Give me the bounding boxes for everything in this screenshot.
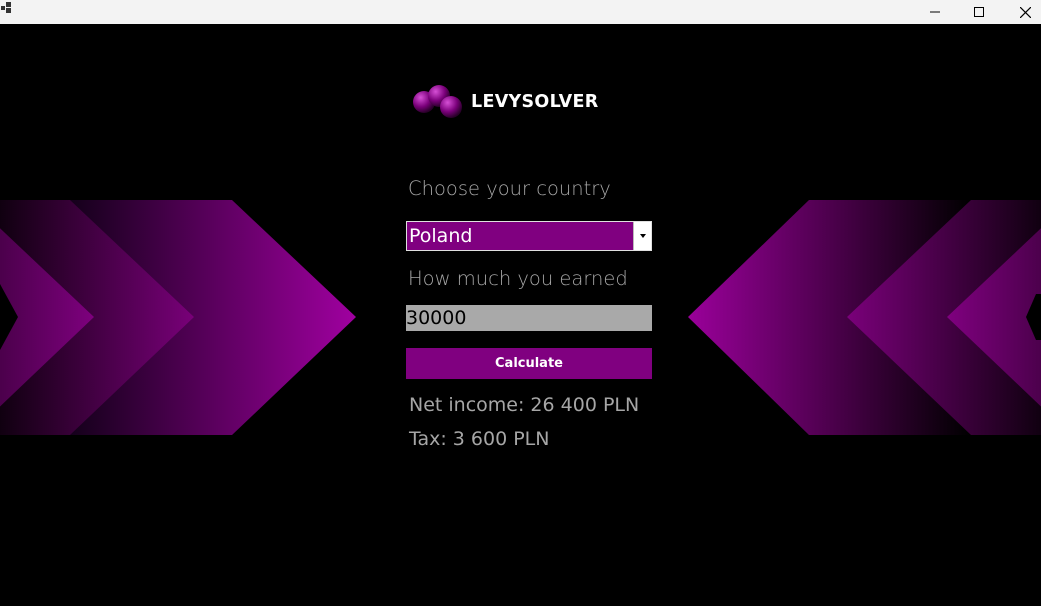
- title-bar: [0, 0, 1041, 24]
- minimize-icon: [930, 11, 940, 13]
- tax-result: Tax: 3 600 PLN: [409, 428, 550, 450]
- calculate-button[interactable]: Calculate: [406, 348, 652, 379]
- app-logo: LEVYSOLVER: [411, 82, 599, 122]
- country-label: Choose your country: [408, 177, 611, 200]
- right-chevrons: [688, 200, 1041, 435]
- logo-spheres-icon: [413, 85, 462, 118]
- minimize-button[interactable]: [912, 0, 958, 24]
- maximize-icon: [974, 7, 984, 17]
- dropdown-arrow-button[interactable]: [633, 222, 651, 250]
- country-select[interactable]: Poland: [406, 221, 652, 251]
- app-icon: [1, 2, 11, 13]
- logo-text: LEVYSOLVER: [471, 92, 599, 112]
- app-content: LEVYSOLVER Choose your country Poland Ho…: [0, 24, 1041, 606]
- earned-amount-input[interactable]: 30000: [406, 305, 652, 331]
- net-income-result: Net income: 26 400 PLN: [409, 394, 640, 416]
- earned-label: How much you earned: [408, 267, 628, 290]
- maximize-button[interactable]: [956, 0, 1002, 24]
- left-chevrons: [0, 200, 356, 435]
- country-select-value: Poland: [409, 225, 473, 247]
- close-button[interactable]: [1002, 0, 1041, 24]
- chevron-down-icon: [639, 234, 646, 238]
- close-icon: [1019, 6, 1031, 18]
